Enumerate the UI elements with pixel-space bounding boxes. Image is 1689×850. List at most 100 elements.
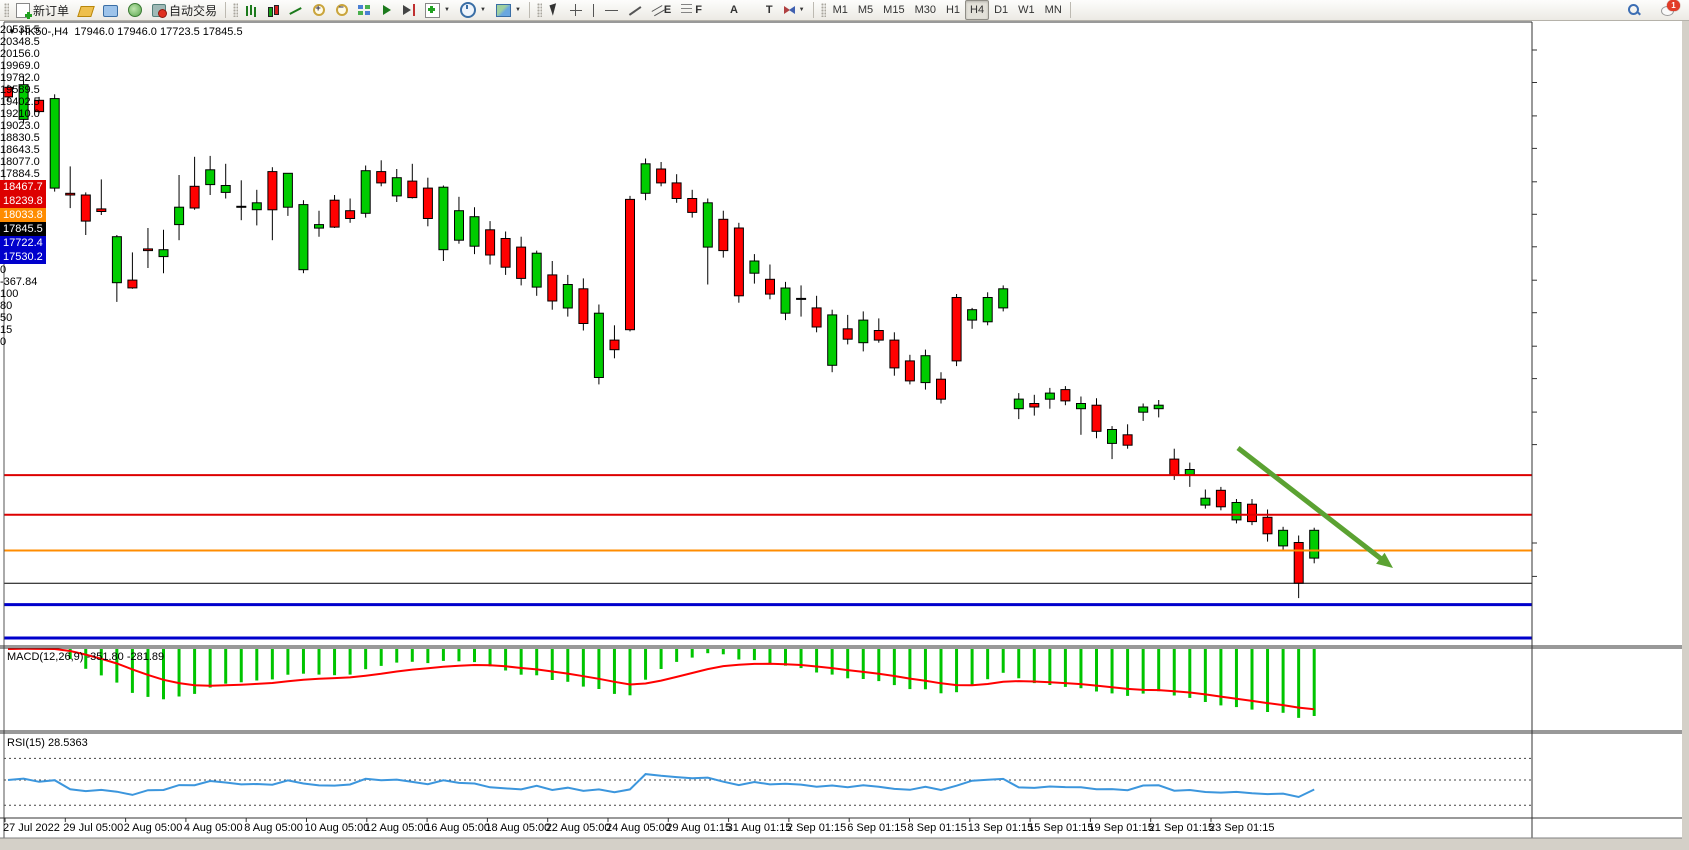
candle-body	[4, 87, 13, 97]
search-button[interactable]	[1622, 0, 1646, 20]
profiles-button[interactable]	[98, 0, 123, 20]
text-button[interactable]: A	[707, 0, 743, 20]
objects-group: EFAT ▼	[544, 0, 810, 20]
template-icon	[496, 4, 511, 17]
candlestick-button[interactable]	[262, 0, 284, 20]
candle-body	[268, 172, 277, 210]
candle-body	[999, 289, 1008, 308]
candle-body	[455, 211, 464, 241]
zoom-in-icon	[312, 4, 325, 17]
new-order-button[interactable]: 新订单	[11, 0, 74, 20]
channel-button-glyph: E	[664, 4, 671, 16]
timeframe-w1[interactable]: W1	[1013, 0, 1040, 20]
candle-body	[937, 379, 946, 399]
candle-body	[1061, 390, 1070, 401]
notification-badge: 1	[1667, 0, 1680, 11]
tile-windows-button[interactable]	[353, 0, 376, 20]
candle-body	[112, 237, 121, 283]
trendline-button[interactable]	[623, 0, 646, 20]
candle-body	[594, 313, 603, 377]
vertical-line-button[interactable]	[587, 0, 600, 20]
candle-body	[1092, 405, 1101, 431]
timeframe-h1[interactable]: H1	[941, 0, 965, 20]
fibonacci-button[interactable]: F	[676, 0, 707, 20]
candle-body	[610, 340, 619, 350]
candle-body	[1201, 498, 1210, 505]
candle-body	[1232, 503, 1241, 520]
candle-body	[1216, 490, 1225, 507]
candle-body	[1077, 404, 1086, 409]
dropdown-caret-icon[interactable]: ▼	[444, 7, 450, 13]
bar-chart-button[interactable]	[240, 0, 262, 20]
timeframe-m5-label: M5	[858, 4, 873, 16]
candle-body	[563, 285, 572, 309]
timeframe-m15[interactable]: M15	[878, 0, 909, 20]
tile-windows-icon	[358, 4, 371, 16]
candle-body	[159, 250, 168, 257]
candle-body	[1045, 393, 1054, 399]
horizontal-line-button[interactable]	[600, 0, 623, 20]
toolbar-grip[interactable]	[4, 3, 9, 17]
periods-button[interactable]: ▼	[455, 0, 491, 20]
candle-body	[330, 200, 339, 227]
candle-body	[1139, 407, 1148, 412]
cursor-button[interactable]	[544, 0, 565, 20]
timeframe-h4-label: H4	[970, 4, 984, 16]
timeframe-m1[interactable]: M1	[828, 0, 853, 20]
channel-button[interactable]: E	[646, 0, 676, 20]
signals-button[interactable]	[123, 0, 147, 20]
candle-body	[377, 172, 386, 183]
candle-body	[688, 199, 697, 213]
dropdown-caret-icon[interactable]: ▼	[799, 7, 805, 13]
dropdown-caret-icon[interactable]: ▼	[515, 7, 521, 13]
toolbar-grip[interactable]	[821, 3, 826, 17]
new-order-icon	[16, 3, 30, 18]
templates-button[interactable]: ▼	[491, 0, 526, 20]
candle-body	[1108, 430, 1117, 444]
candle-body	[1263, 517, 1272, 534]
timeframe-mn[interactable]: MN	[1040, 0, 1067, 20]
timeframe-m30[interactable]: M30	[910, 0, 941, 20]
candle-body	[486, 230, 495, 255]
horizontal-line-icon	[605, 4, 618, 17]
zoom-out-button[interactable]	[330, 0, 353, 20]
line-chart-button[interactable]	[284, 0, 307, 20]
label-button[interactable]: T	[743, 0, 778, 20]
trendline-icon	[628, 4, 641, 17]
candle-body	[905, 361, 914, 381]
chart-canvas[interactable]	[0, 0, 1689, 850]
candle-body	[439, 187, 448, 250]
auto-scroll-button[interactable]	[376, 0, 398, 20]
timeframe-h4[interactable]: H4	[965, 0, 989, 20]
dropdown-caret-icon[interactable]: ▼	[480, 7, 486, 13]
candle-body	[579, 289, 588, 324]
candle-body	[1185, 470, 1194, 475]
line-chart-icon	[289, 4, 302, 17]
autotrading-button[interactable]: 自动交易	[147, 0, 222, 20]
indicators-button[interactable]: ▼	[420, 0, 455, 20]
chart-shift-button[interactable]	[398, 0, 420, 20]
candle-body	[50, 99, 59, 189]
auto-scroll-icon	[381, 4, 393, 16]
arrows-button[interactable]: ▼	[778, 0, 810, 20]
trade-group: 新订单 自动交易	[11, 0, 222, 20]
timeframe-m5[interactable]: M5	[853, 0, 878, 20]
timeframe-d1[interactable]: D1	[989, 0, 1013, 20]
chat-icon: 1	[1661, 4, 1676, 17]
toolbar-grip[interactable]	[537, 3, 542, 17]
notifications-button[interactable]: 1	[1656, 0, 1681, 20]
candle-body	[81, 195, 90, 221]
cursor-icon	[549, 4, 560, 17]
candle-body	[517, 247, 526, 278]
candle-body	[1154, 405, 1163, 409]
charts-button[interactable]	[74, 0, 98, 20]
toolbar-grip[interactable]	[233, 3, 238, 17]
candle-body	[797, 298, 806, 299]
timeframe-m1-label: M1	[833, 4, 848, 16]
candle-body	[175, 207, 184, 224]
clock-icon	[460, 2, 476, 18]
candle-body	[843, 329, 852, 339]
crosshair-button[interactable]	[565, 0, 587, 20]
zoom-in-button[interactable]	[307, 0, 330, 20]
fibonacci-icon	[681, 4, 692, 16]
